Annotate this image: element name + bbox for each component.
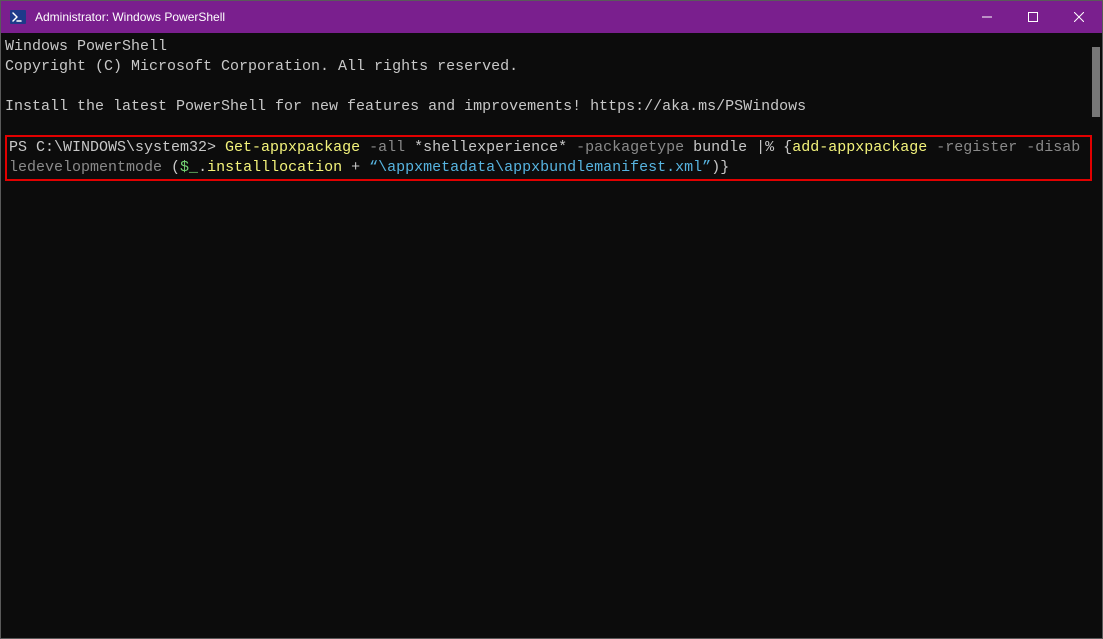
terminal-content[interactable]: Windows PowerShell Copyright (C) Microso… bbox=[1, 33, 1102, 638]
pipe-foreach: |% { bbox=[756, 139, 792, 156]
blank-line bbox=[5, 117, 1102, 137]
copyright-line: Copyright (C) Microsoft Corporation. All… bbox=[5, 57, 1102, 77]
minimize-button[interactable] bbox=[964, 1, 1010, 33]
plus: + bbox=[342, 159, 369, 176]
string-literal: “\appxmetadata\appxbundlemanifest.xml” bbox=[369, 159, 711, 176]
close-button[interactable] bbox=[1056, 1, 1102, 33]
param-register: -register bbox=[927, 139, 1026, 156]
dot: . bbox=[198, 159, 207, 176]
value-bundle: bundle bbox=[693, 139, 756, 156]
highlighted-command: PS C:\WINDOWS\system32> Get-appxpackage … bbox=[5, 135, 1092, 181]
powershell-window: Administrator: Windows PowerShell Window… bbox=[0, 0, 1103, 639]
window-title: Administrator: Windows PowerShell bbox=[35, 10, 964, 24]
window-controls bbox=[964, 1, 1102, 33]
command-line: PS C:\WINDOWS\system32> Get-appxpackage … bbox=[9, 138, 1088, 178]
powershell-icon bbox=[9, 8, 27, 26]
prompt-text: PS C:\WINDOWS\system32> bbox=[9, 139, 225, 156]
variable: $_ bbox=[180, 159, 198, 176]
blank-line bbox=[5, 77, 1102, 97]
cmdlet-get: Get-appxpackage bbox=[225, 139, 360, 156]
banner-line: Windows PowerShell bbox=[5, 37, 1102, 57]
cmdlet-add: add-appxpackage bbox=[792, 139, 927, 156]
close-paren-brace: )} bbox=[711, 159, 729, 176]
open-paren: ( bbox=[171, 159, 180, 176]
param-all: -all bbox=[360, 139, 414, 156]
value-shellexperience: *shellexperience* bbox=[414, 139, 567, 156]
scrollbar-thumb[interactable] bbox=[1092, 47, 1100, 117]
titlebar[interactable]: Administrator: Windows PowerShell bbox=[1, 1, 1102, 33]
param-packagetype: -packagetype bbox=[567, 139, 693, 156]
maximize-button[interactable] bbox=[1010, 1, 1056, 33]
install-msg-line: Install the latest PowerShell for new fe… bbox=[5, 97, 1102, 117]
property: installlocation bbox=[207, 159, 342, 176]
